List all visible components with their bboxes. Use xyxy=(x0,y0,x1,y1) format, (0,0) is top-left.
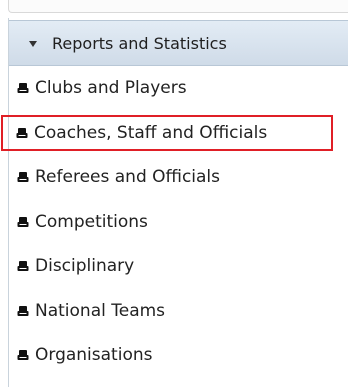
report-icon xyxy=(17,216,29,227)
reports-menu: Clubs and Players Coaches, Staff and Off… xyxy=(1,66,348,378)
report-icon xyxy=(17,261,29,272)
report-icon xyxy=(17,172,29,183)
header-label: Reports and Statistics xyxy=(52,33,227,53)
report-icon xyxy=(17,350,29,361)
reports-page: Reports and Statistics Clubs and Players… xyxy=(0,0,348,387)
menu-item-competitions[interactable]: Competitions xyxy=(9,200,348,245)
menu-item-label: Referees and Officials xyxy=(35,167,221,188)
report-icon xyxy=(17,83,29,94)
menu-item-label: National Teams xyxy=(35,300,166,321)
menu-item-organisations[interactable]: Organisations xyxy=(9,333,348,378)
reports-panel: Reports and Statistics Clubs and Players… xyxy=(1,18,348,387)
menu-item-label: Competitions xyxy=(35,211,148,232)
reports-and-statistics-header[interactable]: Reports and Statistics xyxy=(9,20,348,66)
menu-item-disciplinary[interactable]: Disciplinary xyxy=(9,244,348,289)
menu-item-referees-and-officials[interactable]: Referees and Officials xyxy=(9,155,348,200)
caret-down-icon xyxy=(29,40,37,47)
menu-item-label: Organisations xyxy=(35,345,153,366)
menu-item-label: Disciplinary xyxy=(35,256,135,277)
menu-item-clubs-and-players[interactable]: Clubs and Players xyxy=(9,66,348,111)
top-panel-edge xyxy=(8,0,348,13)
menu-item-label: Clubs and Players xyxy=(35,78,187,99)
menu-item-coaches-staff-officials[interactable]: Coaches, Staff and Officials xyxy=(1,114,333,151)
menu-item-national-teams[interactable]: National Teams xyxy=(9,289,348,334)
report-icon xyxy=(16,127,28,138)
menu-item-label: Coaches, Staff and Officials xyxy=(34,122,268,143)
report-icon xyxy=(17,305,29,316)
